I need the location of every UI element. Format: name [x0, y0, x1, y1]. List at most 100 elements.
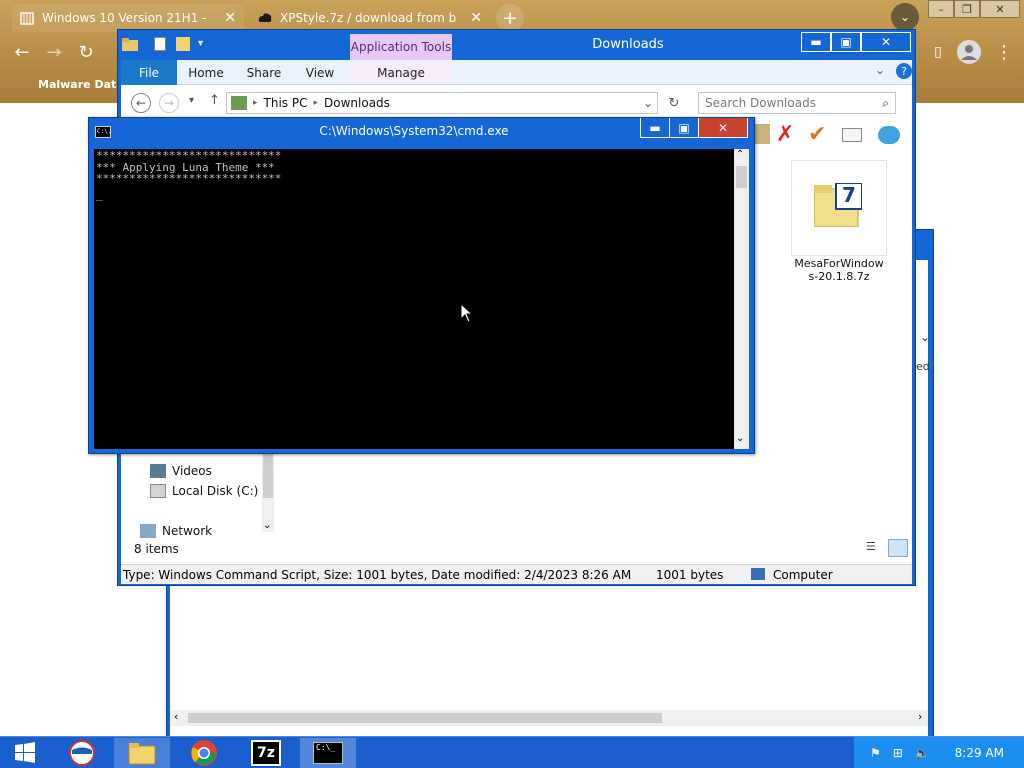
scroll-down-icon[interactable]: ⌄ — [736, 433, 744, 444]
file-tile[interactable]: 7 — [791, 160, 887, 256]
back-arrow-icon[interactable]: ← — [131, 93, 151, 113]
checkmark-icon[interactable]: ✔ — [808, 122, 826, 147]
minimize-button[interactable]: ▬ — [801, 32, 831, 52]
close-button[interactable]: ✕ — [698, 118, 748, 138]
tab-home[interactable]: Home — [181, 63, 231, 83]
tab-search-button[interactable]: ⌄ — [891, 3, 919, 31]
cloud-upload-icon — [258, 11, 272, 25]
globe-icon[interactable] — [878, 126, 900, 144]
nav-item-network[interactable]: Network — [140, 521, 212, 541]
scroll-up-icon[interactable]: ⌃ — [736, 149, 744, 160]
expand-ribbon-icon[interactable]: ⌄ — [875, 63, 885, 77]
address-dropdown-icon[interactable]: ⌄ — [643, 96, 653, 110]
explorer-titlebar[interactable]: ▾ Application Tools Downloads ▬ ▣ ✕ — [118, 30, 915, 60]
console-output[interactable]: **************************** *** Applyin… — [94, 149, 734, 449]
back-arrow-icon[interactable]: ← — [8, 38, 36, 66]
volume-icon[interactable]: 🔈 — [915, 746, 930, 760]
nav-scrollbar[interactable]: ⌄ — [262, 450, 274, 532]
start-button[interactable] — [0, 738, 50, 768]
close-icon[interactable]: ✕ — [224, 10, 236, 26]
tab-manage[interactable]: Manage — [350, 63, 452, 83]
videos-icon — [150, 464, 166, 478]
folder-icon — [128, 743, 156, 765]
tab-share[interactable]: Share — [239, 63, 289, 83]
quick-access-dropdown-icon[interactable]: ▾ — [198, 38, 203, 49]
column-header-fragment: ed — [916, 360, 930, 373]
menu-icon[interactable]: ⋮ — [990, 38, 1018, 66]
maximize-button[interactable]: ▣ — [669, 118, 699, 138]
items-count: 8 items — [134, 542, 179, 556]
breadcrumb-this-pc[interactable]: This PC — [264, 96, 308, 110]
close-icon[interactable]: ✕ — [470, 10, 482, 26]
recent-locations-icon[interactable]: ▾ — [189, 95, 194, 106]
nav-item-local-disk[interactable]: Local Disk (C:) — [150, 481, 258, 501]
computer-icon — [751, 568, 765, 580]
browser-tab-title: XPStyle.7z / download from basf — [280, 11, 456, 25]
sevenzip-file-icon: 7 — [813, 182, 863, 228]
flag-icon[interactable]: ⚑ — [870, 746, 881, 760]
nav-label: Network — [162, 524, 213, 538]
tab-file[interactable]: File — [121, 60, 177, 85]
close-button[interactable]: ✕ — [980, 0, 1020, 18]
profile-avatar[interactable] — [957, 40, 981, 64]
scroll-left-icon[interactable]: ‹ — [174, 710, 178, 723]
minimize-button[interactable]: ▬ — [640, 118, 670, 138]
cmd-icon: C:\. — [95, 126, 111, 138]
scrollbar-thumb[interactable] — [263, 452, 273, 498]
context-tab-application-tools: Application Tools — [350, 34, 452, 60]
taskbar-explorer[interactable] — [114, 738, 170, 768]
mouse-pointer-icon — [460, 302, 474, 326]
chevron-down-icon[interactable]: ⌄ — [920, 330, 932, 350]
breadcrumb-downloads[interactable]: Downloads — [324, 96, 390, 110]
taskbar: 7z C:\_ ⚑ ⊞ 🔈 8:29 AM — [0, 736, 1024, 768]
properties-icon[interactable] — [154, 37, 166, 51]
nav-item-videos[interactable]: Videos — [150, 461, 212, 481]
chevron-right-icon: ▸ — [253, 98, 258, 108]
taskbar-cmd[interactable]: C:\_ — [300, 738, 356, 768]
scroll-right-icon[interactable]: › — [918, 710, 922, 723]
cmd-title: C:\Windows\System32\cmd.exe — [319, 124, 509, 138]
taskbar-7zip[interactable]: 7z — [238, 738, 294, 768]
sidepanel-icon[interactable]: ▯ — [924, 38, 952, 66]
large-icons-view-icon[interactable] — [888, 539, 908, 557]
browser-tab-windows10[interactable]: Windows 10 Version 21H1 - English ✕ — [12, 4, 244, 32]
network-icon[interactable]: ⊞ — [893, 746, 903, 760]
help-icon[interactable]: ? — [896, 63, 912, 79]
forward-arrow-icon[interactable]: → — [159, 93, 179, 113]
tab-view[interactable]: View — [295, 63, 345, 83]
restore-button[interactable]: ❐ — [954, 0, 980, 18]
system-tray: ⚑ ⊞ 🔈 8:29 AM — [854, 737, 1024, 768]
refresh-icon[interactable]: ↻ — [663, 92, 685, 114]
horizontal-scrollbar[interactable]: ‹ › — [170, 710, 928, 726]
drive-icon — [150, 484, 166, 498]
reload-icon[interactable]: ↻ — [72, 38, 100, 66]
browser-tab-xpstyle[interactable]: XPStyle.7z / download from basf ✕ — [250, 4, 490, 32]
delete-icon[interactable]: ✗ — [776, 122, 794, 147]
rename-icon[interactable] — [842, 128, 862, 142]
address-bar[interactable]: ▸ This PC ▸ Downloads ⌄ — [226, 92, 658, 114]
forward-arrow-icon[interactable]: → — [40, 38, 68, 66]
search-input[interactable]: Search Downloads ⌕ — [698, 92, 896, 114]
scrollbar-thumb[interactable] — [188, 713, 662, 723]
nav-label: Videos — [172, 464, 212, 478]
new-folder-icon[interactable] — [176, 37, 190, 51]
scroll-down-icon[interactable]: ⌄ — [263, 520, 271, 531]
close-button[interactable]: ✕ — [861, 32, 911, 52]
window-title: Downloads — [592, 37, 664, 52]
clock[interactable]: 8:29 AM — [955, 746, 1004, 760]
cmd-icon: C:\_ — [313, 742, 343, 764]
network-icon — [140, 524, 156, 538]
details-view-icon[interactable]: ☰ — [866, 540, 882, 556]
minimize-button[interactable]: – — [928, 0, 954, 18]
scrollbar-thumb[interactable] — [736, 166, 747, 188]
file-name-line: s-20.1.8.7z — [808, 270, 870, 283]
status-size: 1001 bytes — [656, 568, 724, 582]
file-name[interactable]: MesaForWindow s-20.1.8.7z — [785, 257, 893, 283]
toolbar-icon[interactable] — [754, 124, 770, 144]
taskbar-browser[interactable] — [54, 738, 110, 768]
maximize-button[interactable]: ▣ — [831, 32, 861, 52]
taskbar-chrome[interactable] — [176, 738, 232, 768]
cmd-scrollbar[interactable]: ⌃ ⌄ — [734, 149, 749, 449]
up-arrow-icon[interactable]: ↑ — [209, 93, 220, 108]
new-tab-button[interactable]: + — [496, 4, 524, 32]
